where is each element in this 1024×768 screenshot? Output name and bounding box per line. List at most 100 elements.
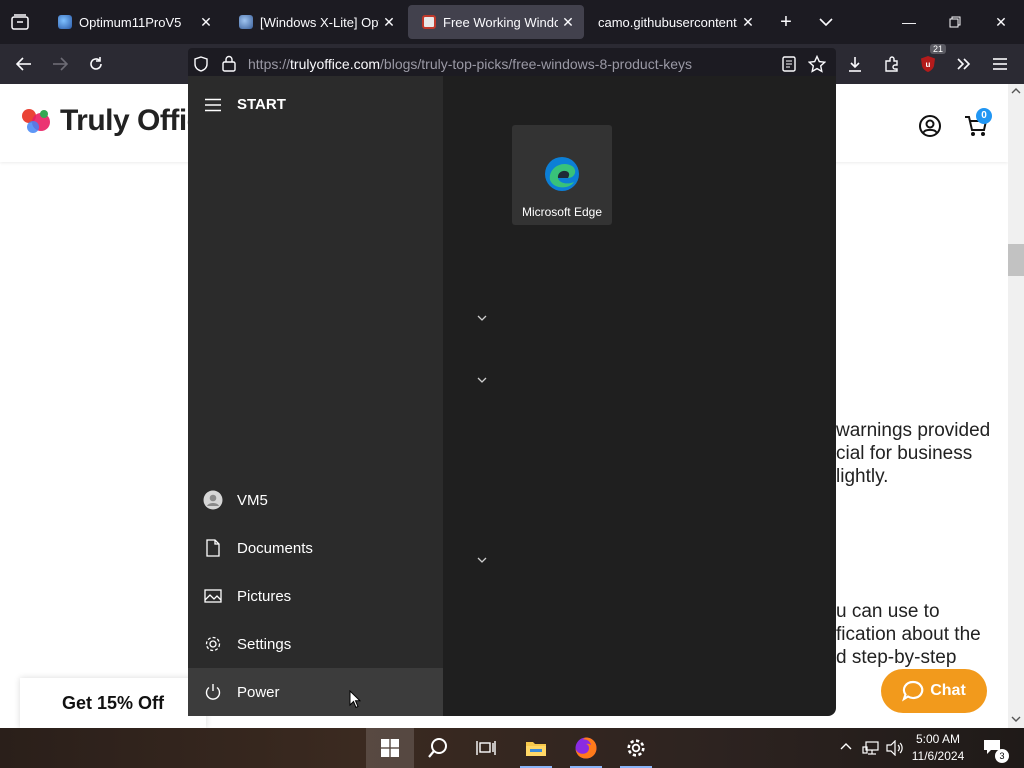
start-item-documents[interactable]: Documents: [188, 524, 443, 572]
start-item-user[interactable]: VM5: [188, 476, 443, 524]
tab-windows-xlite[interactable]: [Windows X-Lite] Optim ✕: [225, 5, 405, 39]
promo-banner[interactable]: Get 15% Off: [20, 678, 206, 728]
tab-title: Optimum11ProV5: [79, 14, 182, 30]
globe-favicon-icon: [58, 15, 72, 29]
close-tab-icon[interactable]: ✕: [379, 14, 399, 31]
more-tools-button[interactable]: [948, 48, 980, 80]
puzzle-icon: [885, 56, 898, 72]
back-button[interactable]: [8, 48, 40, 80]
chevron-down-icon[interactable]: [476, 376, 488, 384]
start-item-label: Settings: [237, 635, 292, 653]
chat-bubble-icon: [902, 680, 924, 702]
account-icon[interactable]: [918, 114, 942, 138]
restore-button[interactable]: [932, 0, 978, 44]
text-line: cial for business: [836, 443, 973, 464]
tab-free-working-windows[interactable]: Free Working Windows ✕: [408, 5, 584, 39]
text-line: warnings provided: [836, 420, 991, 441]
list-all-tabs-button[interactable]: [810, 0, 842, 44]
chevron-down-icon: [819, 18, 833, 26]
close-tab-icon[interactable]: ✕: [558, 14, 578, 31]
windows-logo-icon: [381, 739, 399, 757]
file-explorer-button[interactable]: [512, 728, 560, 768]
gear-icon: [205, 636, 220, 652]
site-favicon-icon: [239, 15, 253, 29]
reader-view-icon[interactable]: [782, 56, 796, 72]
firefox-view-button[interactable]: [0, 0, 40, 44]
reload-icon: [90, 57, 102, 70]
text-line: lightly.: [836, 466, 889, 487]
page-scrollbar[interactable]: [1008, 84, 1024, 728]
promo-text: Get 15% Off: [61, 692, 165, 713]
bookmark-star-icon[interactable]: [808, 55, 826, 73]
hamburger-menu-icon[interactable]: [204, 98, 222, 112]
task-view-button[interactable]: [462, 728, 510, 768]
app-menu-button[interactable]: [984, 48, 1016, 80]
tile-label: Microsoft Edge: [521, 205, 603, 219]
plus-icon: +: [780, 10, 792, 33]
restore-icon: [949, 16, 961, 28]
extensions-button[interactable]: [876, 48, 908, 80]
firefox-view-icon: [11, 14, 29, 30]
user-icon: [203, 490, 222, 510]
url-text[interactable]: https://trulyoffice.com/blogs/truly-top-…: [248, 56, 692, 72]
start-item-pictures[interactable]: Pictures: [188, 572, 443, 620]
close-window-button[interactable]: ✕: [978, 0, 1024, 44]
start-item-label: Pictures: [237, 587, 292, 605]
start-item-label: VM5: [237, 491, 268, 509]
close-tab-icon[interactable]: ✕: [196, 14, 216, 31]
tab-title: Free Working Windows: [443, 14, 558, 30]
minimize-button[interactable]: —: [886, 0, 932, 44]
svg-text:u: u: [926, 60, 931, 69]
reload-button[interactable]: [80, 48, 112, 80]
trulyoffice-favicon-icon: [422, 15, 436, 29]
article-paragraph: warnings provided cial for business ligh…: [836, 419, 1008, 488]
document-icon: [205, 539, 220, 557]
volume-icon[interactable]: [886, 740, 904, 756]
pictures-icon: [203, 589, 222, 603]
lock-icon[interactable]: [222, 55, 236, 72]
forward-button[interactable]: [44, 48, 76, 80]
chevron-down-icon[interactable]: [476, 556, 488, 564]
download-icon: [849, 57, 861, 72]
firefox-taskbar-button[interactable]: [562, 728, 610, 768]
new-tab-button[interactable]: +: [770, 0, 802, 44]
chat-label: Chat: [930, 682, 966, 699]
browser-tab-bar: Optimum11ProV5 ✕ [Windows X-Lite] Optim …: [0, 0, 1024, 44]
scrollbar-thumb[interactable]: [1008, 244, 1024, 276]
mouse-cursor-icon: [349, 690, 361, 709]
arrow-left-icon: [16, 57, 31, 71]
double-chevron-right-icon: [957, 58, 971, 70]
settings-taskbar-button[interactable]: [612, 728, 660, 768]
notification-count-badge: 3: [995, 749, 1009, 763]
chevron-down-icon[interactable]: [476, 314, 488, 322]
ublock-extension-button[interactable]: u 21: [912, 44, 946, 80]
start-button[interactable]: [366, 728, 414, 768]
shield-icon[interactable]: [194, 56, 208, 72]
clock-date: 11/6/2024: [911, 749, 965, 763]
scroll-up-icon[interactable]: [1011, 88, 1021, 94]
tab-optimum[interactable]: Optimum11ProV5 ✕: [44, 5, 222, 39]
tile-microsoft-edge[interactable]: Microsoft Edge: [512, 125, 612, 225]
search-button[interactable]: [414, 728, 462, 768]
close-tab-icon[interactable]: ✕: [738, 14, 758, 31]
start-item-settings[interactable]: Settings: [188, 620, 443, 668]
downloads-button[interactable]: [839, 48, 871, 80]
extension-badge: 21: [929, 44, 946, 54]
chevron-up-icon[interactable]: [840, 742, 852, 750]
start-item-label: Documents: [237, 539, 313, 557]
cart-count-badge: 0: [976, 108, 992, 124]
truly-office-logo-icon[interactable]: [20, 106, 54, 136]
clock-time: 5:00 AM: [915, 732, 961, 746]
chat-button[interactable]: Chat: [881, 669, 987, 713]
tab-camo-github[interactable]: camo.githubusercontent.co ✕: [584, 5, 764, 39]
windows-taskbar: 5:00 AM 11/6/2024 3: [0, 728, 1024, 768]
article-paragraph: u can use to fication about the d step-b…: [836, 600, 1008, 669]
network-icon[interactable]: [862, 740, 880, 756]
start-item-power[interactable]: Power: [188, 668, 443, 716]
arrow-right-icon: [53, 57, 68, 71]
system-clock[interactable]: 5:00 AM 11/6/2024: [906, 731, 970, 765]
scroll-down-icon[interactable]: [1011, 716, 1021, 722]
start-menu-sidebar: START VM5 Documents Pictures Settings Po…: [188, 76, 443, 716]
tab-title: camo.githubusercontent.co: [598, 14, 738, 30]
minimize-icon: —: [902, 14, 916, 30]
